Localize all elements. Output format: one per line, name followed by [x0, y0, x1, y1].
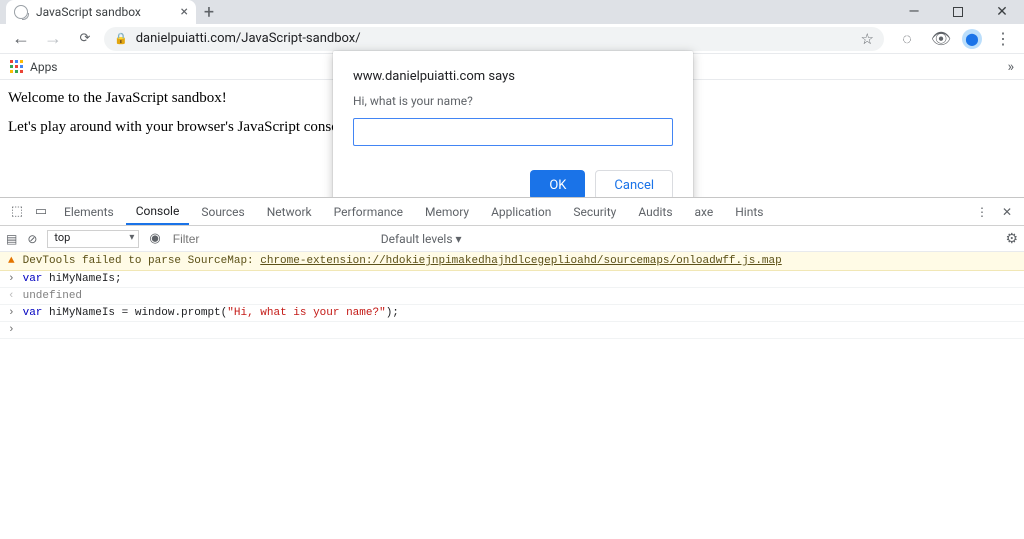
- tab-title: JavaScript sandbox: [36, 5, 141, 19]
- output-chevron-icon: ‹: [8, 290, 15, 302]
- bookmark-star-icon[interactable]: ☆: [861, 30, 874, 48]
- tab-performance[interactable]: Performance: [324, 198, 413, 225]
- new-tab-button[interactable]: +: [196, 0, 222, 24]
- tab-security[interactable]: Security: [563, 198, 626, 225]
- address-bar[interactable]: 🔒 danielpuiatti.com/JavaScript-sandbox/ …: [104, 27, 884, 51]
- eye-icon[interactable]: 👁: [928, 26, 954, 52]
- clear-console-icon[interactable]: ⊘: [27, 232, 37, 246]
- tab-audits[interactable]: Audits: [628, 198, 682, 225]
- console-settings-icon[interactable]: ⚙: [1005, 231, 1018, 247]
- cancel-button[interactable]: Cancel: [595, 170, 673, 200]
- warning-text: DevTools failed to parse SourceMap:: [23, 255, 261, 267]
- warning-icon: ▲: [8, 255, 15, 267]
- tab-axe[interactable]: axe: [685, 198, 724, 225]
- browser-toolbar: ← → ⟳ 🔒 danielpuiatti.com/JavaScript-san…: [0, 24, 1024, 54]
- filter-input[interactable]: [171, 231, 371, 247]
- tab-hints[interactable]: Hints: [725, 198, 773, 225]
- tab-memory[interactable]: Memory: [415, 198, 479, 225]
- tab-console[interactable]: Console: [126, 198, 190, 225]
- input-chevron-icon: ›: [8, 273, 15, 285]
- console-input-row: ›var hiMyNameIs = window.prompt("Hi, wha…: [0, 305, 1024, 322]
- overflow-chevron-icon[interactable]: »: [1007, 59, 1014, 75]
- devtools-panel: ⬚ ▭ Elements Console Sources Network Per…: [0, 197, 1024, 539]
- console-prompt-row[interactable]: ›: [0, 322, 1024, 339]
- log-levels-selector[interactable]: Default levels ▾: [381, 232, 462, 246]
- devtools-more-icon[interactable]: ⋮: [976, 205, 988, 219]
- tab-application[interactable]: Application: [481, 198, 561, 225]
- apps-label[interactable]: Apps: [30, 60, 58, 74]
- apps-icon[interactable]: [10, 60, 24, 74]
- device-toggle-icon[interactable]: ▭: [30, 204, 52, 219]
- console-input-row: ›var hiMyNameIs;: [0, 271, 1024, 288]
- tab-strip: JavaScript sandbox × + — ✕: [0, 0, 1024, 24]
- input-chevron-icon: ›: [8, 307, 15, 319]
- inspect-icon[interactable]: ⬚: [6, 204, 28, 219]
- tab-elements[interactable]: Elements: [54, 198, 124, 225]
- live-expression-icon[interactable]: ◉: [149, 231, 160, 246]
- extension-icon[interactable]: ◌: [894, 26, 920, 52]
- window-controls: — ✕: [892, 0, 1024, 24]
- dialog-message: Hi, what is your name?: [353, 94, 673, 108]
- devtools-close-icon[interactable]: ✕: [1002, 205, 1012, 219]
- forward-button[interactable]: →: [40, 26, 66, 52]
- devtools-tabs: ⬚ ▭ Elements Console Sources Network Per…: [0, 198, 1024, 226]
- menu-button[interactable]: ⋮: [990, 26, 1016, 52]
- prompt-input[interactable]: [353, 118, 673, 146]
- input-chevron-icon: ›: [8, 324, 15, 336]
- context-selector[interactable]: top: [47, 230, 139, 248]
- globe-icon: [14, 5, 28, 19]
- dialog-host: www.danielpuiatti.com says: [353, 69, 673, 84]
- lock-icon: 🔒: [114, 32, 128, 45]
- sourcemap-warning: ▲ DevTools failed to parse SourceMap: ch…: [0, 252, 1024, 271]
- tab-network[interactable]: Network: [257, 198, 322, 225]
- tab-sources[interactable]: Sources: [191, 198, 254, 225]
- minimize-button[interactable]: —: [892, 0, 936, 24]
- close-window-button[interactable]: ✕: [980, 0, 1024, 24]
- sidebar-toggle-icon[interactable]: ▤: [6, 232, 17, 246]
- reload-button[interactable]: ⟳: [72, 26, 98, 52]
- console-output: ›var hiMyNameIs; ‹undefined ›var hiMyNam…: [0, 271, 1024, 339]
- close-tab-icon[interactable]: ×: [181, 4, 188, 20]
- maximize-button[interactable]: [936, 0, 980, 24]
- profile-avatar[interactable]: ⬤: [962, 29, 982, 49]
- back-button[interactable]: ←: [8, 26, 34, 52]
- browser-tab[interactable]: JavaScript sandbox ×: [6, 0, 196, 24]
- url-text: danielpuiatti.com/JavaScript-sandbox/: [136, 31, 361, 46]
- ok-button[interactable]: OK: [530, 170, 585, 200]
- js-prompt-dialog: www.danielpuiatti.com says Hi, what is y…: [333, 51, 693, 216]
- console-filter-bar: ▤ ⊘ top ◉ Default levels ▾ ⚙: [0, 226, 1024, 252]
- warning-link[interactable]: chrome-extension://hdokiejnpimakedhajhdl…: [260, 255, 782, 267]
- console-output-row: ‹undefined: [0, 288, 1024, 305]
